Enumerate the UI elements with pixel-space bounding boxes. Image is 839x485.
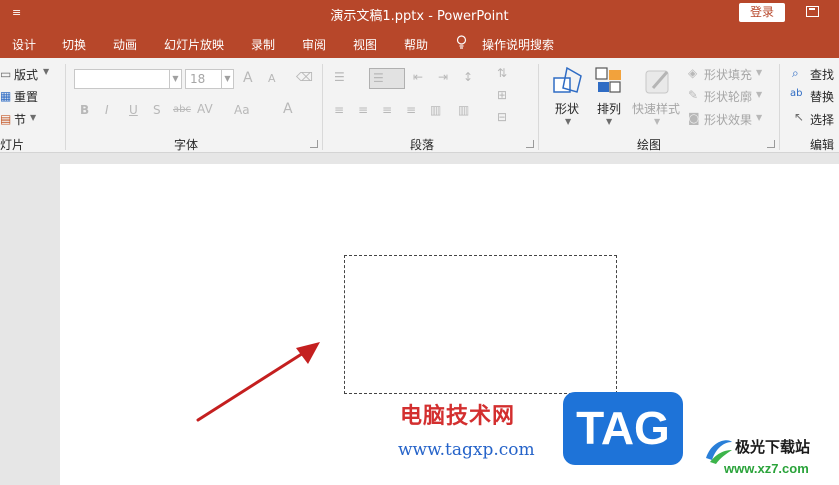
font-color-icon[interactable]: A — [283, 101, 293, 117]
align-left-icon[interactable]: ≡ — [334, 103, 344, 117]
login-button[interactable]: 登录 — [739, 3, 785, 22]
increase-indent-icon[interactable]: ⇥ — [438, 70, 448, 84]
tab-record[interactable]: 录制 — [251, 36, 275, 53]
ribbon: ▭ 版式 ▼ ▦ 重置 ▤ 节 ▼ 灯片 ▼ 18 ▼ A A ⌫ B I U S… — [0, 58, 839, 153]
shape-outline-button[interactable]: 形状轮廓 — [704, 88, 752, 105]
font-name-combo[interactable]: ▼ — [74, 69, 182, 89]
chevron-down-icon: ▼ — [606, 117, 613, 126]
clear-formatting-icon[interactable]: ⌫ — [296, 70, 313, 84]
section-button[interactable]: 节 — [14, 111, 26, 128]
cursor-icon: ↖ — [794, 110, 805, 124]
tab-review[interactable]: 审阅 — [302, 36, 326, 53]
annotation-arrow — [196, 342, 320, 422]
chevron-down-icon: ▼ — [654, 117, 661, 126]
shapes-icon[interactable] — [551, 66, 585, 96]
tab-help[interactable]: 帮助 — [404, 36, 428, 53]
decrease-indent-icon[interactable]: ⇤ — [413, 70, 423, 84]
bullets-icon[interactable]: ☰ — [334, 70, 345, 84]
group-divider — [65, 64, 66, 150]
effects-icon: ◙ — [688, 111, 700, 125]
tab-slide-show[interactable]: 幻灯片放映 — [164, 36, 224, 53]
select-button[interactable]: 选择 — [810, 111, 834, 128]
group-divider — [538, 64, 539, 150]
reset-button[interactable]: 重置 — [14, 88, 38, 105]
slides-group-label: 灯片 — [0, 138, 25, 152]
numbering-icon: ☰ — [373, 71, 384, 85]
watermark-xz-url: www.xz7.com — [724, 461, 809, 476]
arrange-button[interactable]: 排列 — [597, 100, 621, 117]
reset-icon: ▦ — [0, 89, 12, 103]
justify-icon[interactable]: ≡ — [406, 103, 416, 117]
fill-bucket-icon: ◈ — [688, 66, 698, 80]
replace-icon: ab — [790, 88, 803, 99]
text-box-placeholder[interactable] — [344, 255, 617, 394]
align-right-icon[interactable]: ≡ — [382, 103, 392, 117]
quick-styles-icon[interactable] — [643, 66, 673, 96]
quick-styles-button[interactable]: 快速样式 — [632, 100, 680, 117]
shapes-button[interactable]: 形状 — [555, 100, 579, 117]
group-divider — [779, 64, 780, 150]
group-divider — [322, 64, 323, 150]
smartart-icon[interactable]: ⊟ — [497, 110, 507, 124]
chevron-down-icon: ▼ — [756, 68, 763, 77]
chevron-down-icon: ▼ — [43, 67, 50, 76]
tab-view[interactable]: 视图 — [353, 36, 377, 53]
chevron-down-icon: ▼ — [756, 90, 763, 99]
align-text-icon[interactable]: ⊞ — [497, 88, 507, 102]
shape-fill-button[interactable]: 形状填充 — [704, 66, 752, 83]
numbering-button[interactable]: ☰ — [369, 68, 405, 89]
center-icon[interactable]: ≡ — [358, 103, 368, 117]
ribbon-display-icon[interactable] — [806, 6, 819, 17]
tab-animations[interactable]: 动画 — [113, 36, 137, 53]
text-direction-icon[interactable]: ⇅ — [497, 66, 507, 80]
underline-icon[interactable]: U — [129, 103, 138, 117]
drawing-dialog-launcher-icon[interactable] — [767, 140, 775, 148]
editing-group-label: 编辑 — [810, 138, 835, 152]
chevron-down-icon: ▼ — [30, 113, 37, 122]
columns-icon[interactable]: ▥ — [458, 103, 469, 117]
strikethrough-icon[interactable]: abc — [173, 104, 191, 115]
section-icon: ▤ — [0, 112, 12, 126]
tag-logo: TAG — [563, 392, 683, 465]
character-spacing-icon[interactable]: AV — [197, 102, 213, 116]
search-icon: ⌕ — [792, 66, 799, 80]
paragraph-dialog-launcher-icon[interactable] — [526, 140, 534, 148]
watermark-site-name: 电脑技术网 — [400, 404, 516, 429]
tell-me-search[interactable]: 操作说明搜索 — [482, 36, 554, 53]
grow-font-icon[interactable]: A — [243, 70, 253, 86]
font-size-value: 18 — [190, 72, 206, 86]
tab-design[interactable]: 设计 — [12, 36, 36, 53]
watermark-url: www.tagxp.com — [398, 440, 535, 460]
font-dialog-launcher-icon[interactable] — [310, 140, 318, 148]
text-shadow-icon[interactable]: S — [153, 103, 161, 117]
line-spacing-icon[interactable]: ↕ — [463, 70, 473, 84]
layout-icon: ▭ — [0, 67, 12, 81]
distributed-icon[interactable]: ▥ — [430, 103, 441, 117]
chevron-down-icon: ▼ — [756, 113, 763, 122]
shape-effects-button[interactable]: 形状效果 — [704, 111, 752, 128]
bold-icon[interactable]: B — [80, 103, 89, 117]
italic-icon[interactable]: I — [105, 103, 109, 117]
layout-button[interactable]: 版式 — [14, 66, 38, 83]
change-case-icon[interactable]: Aa — [234, 103, 250, 117]
window-title: 演示文稿1.pptx - PowerPoint — [330, 9, 509, 24]
lightbulb-icon — [456, 35, 467, 49]
tab-transitions[interactable]: 切换 — [62, 36, 86, 53]
paragraph-group-label: 段落 — [410, 138, 435, 152]
arrange-icon[interactable] — [594, 66, 624, 96]
ribbon-tabs: 设计 切换 动画 幻灯片放映 录制 审阅 视图 帮助 操作说明搜索 — [0, 28, 839, 58]
replace-button[interactable]: 替换 — [810, 88, 834, 105]
font-size-combo[interactable]: 18 ▼ — [185, 69, 234, 89]
title-bar: ≡ 演示文稿1.pptx - PowerPoint 登录 — [0, 0, 839, 28]
chevron-down-icon: ▼ — [565, 117, 572, 126]
font-group-label: 字体 — [174, 138, 199, 152]
watermark-xz-name: 极光下载站 — [735, 438, 811, 456]
pen-icon: ✎ — [688, 88, 699, 102]
shrink-font-icon[interactable]: A — [268, 72, 276, 85]
drawing-group-label: 绘图 — [637, 138, 662, 152]
find-button[interactable]: 查找 — [810, 66, 834, 83]
